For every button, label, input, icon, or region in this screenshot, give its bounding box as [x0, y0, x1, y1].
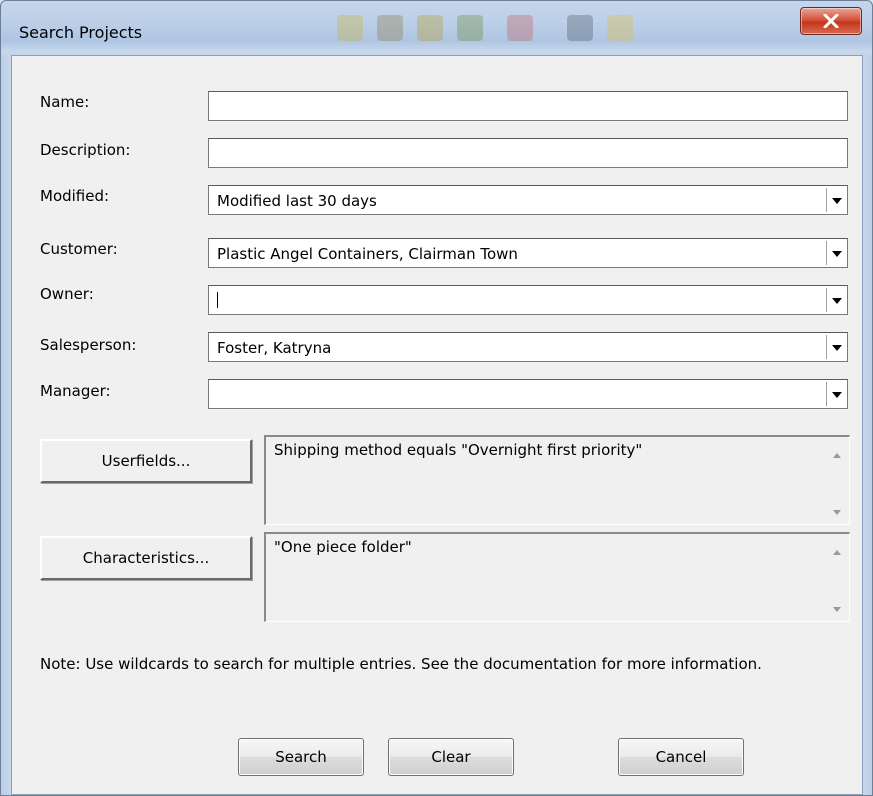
window-frame-left: [1, 55, 11, 795]
userfields-button[interactable]: Userfields...: [40, 439, 252, 483]
search-button-label: Search: [275, 748, 327, 766]
salesperson-select[interactable]: Foster, Katryna: [208, 332, 848, 362]
userfields-scrollbar[interactable]: [827, 439, 847, 521]
userfields-text-area[interactable]: Shipping method equals "Overnight first …: [264, 435, 850, 525]
window-title: Search Projects: [19, 23, 143, 42]
name-input[interactable]: [208, 91, 848, 121]
scroll-down-icon[interactable]: [833, 510, 841, 515]
characteristics-button[interactable]: Characteristics...: [40, 536, 252, 580]
chevron-down-icon: [832, 392, 842, 398]
background-toolbar-icons: [337, 7, 817, 51]
cancel-button-label: Cancel: [655, 748, 707, 766]
salesperson-label: Salesperson:: [40, 336, 137, 354]
owner-select[interactable]: [208, 285, 848, 315]
search-projects-dialog: Search Projects Name: Description: Modif…: [0, 0, 873, 796]
scroll-up-icon[interactable]: [833, 453, 841, 458]
chevron-down-icon: [832, 251, 842, 257]
salesperson-value: Foster, Katryna: [217, 339, 332, 357]
text-cursor: [217, 292, 218, 308]
clear-button-label: Clear: [431, 748, 471, 766]
customer-select[interactable]: Plastic Angel Containers, Clairman Town: [208, 238, 848, 268]
modified-label: Modified:: [40, 187, 110, 205]
userfields-text: Shipping method equals "Overnight first …: [274, 441, 643, 459]
close-button[interactable]: [800, 7, 862, 35]
characteristics-text-area[interactable]: "One piece folder": [264, 532, 850, 622]
close-icon: [823, 14, 839, 28]
customer-value: Plastic Angel Containers, Clairman Town: [217, 245, 518, 263]
chevron-down-icon: [832, 298, 842, 304]
clear-button[interactable]: Clear: [388, 738, 514, 776]
search-button[interactable]: Search: [238, 738, 364, 776]
wildcard-note: Note: Use wildcards to search for multip…: [40, 655, 762, 673]
scroll-down-icon[interactable]: [833, 607, 841, 612]
characteristics-scrollbar[interactable]: [827, 536, 847, 618]
modified-value: Modified last 30 days: [217, 192, 377, 210]
chevron-down-icon: [832, 198, 842, 204]
owner-dropdown-button[interactable]: [826, 288, 846, 312]
owner-label: Owner:: [40, 285, 94, 303]
description-input[interactable]: [208, 138, 848, 168]
description-label: Description:: [40, 141, 131, 159]
customer-label: Customer:: [40, 240, 118, 258]
characteristics-text: "One piece folder": [274, 538, 412, 556]
dialog-body: Name: Description: Modified: Modified la…: [11, 55, 863, 795]
manager-select[interactable]: [208, 379, 848, 409]
customer-dropdown-button[interactable]: [826, 241, 846, 265]
name-label: Name:: [40, 93, 90, 111]
cancel-button[interactable]: Cancel: [618, 738, 744, 776]
window-frame-right: [862, 55, 872, 795]
scroll-up-icon[interactable]: [833, 550, 841, 555]
modified-select[interactable]: Modified last 30 days: [208, 185, 848, 215]
title-bar[interactable]: Search Projects: [1, 1, 872, 55]
modified-dropdown-button[interactable]: [826, 188, 846, 212]
userfields-button-label: Userfields...: [101, 452, 191, 470]
salesperson-dropdown-button[interactable]: [826, 335, 846, 359]
manager-label: Manager:: [40, 382, 111, 400]
manager-dropdown-button[interactable]: [826, 382, 846, 406]
chevron-down-icon: [832, 345, 842, 351]
characteristics-button-label: Characteristics...: [82, 549, 210, 567]
